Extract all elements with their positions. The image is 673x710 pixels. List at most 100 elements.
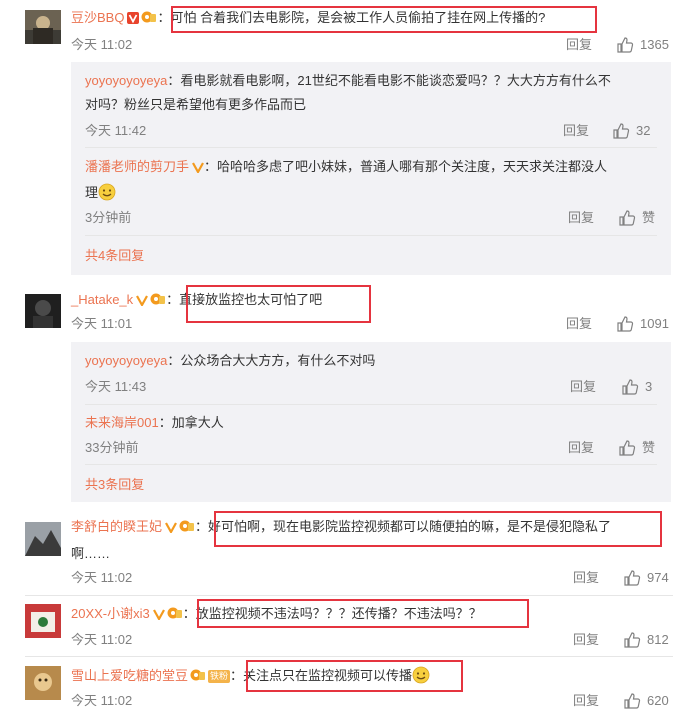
separator: ： xyxy=(157,10,171,25)
thumbs-up-icon xyxy=(624,632,641,648)
reply-button[interactable]: 回复 xyxy=(573,632,599,648)
comment-item: _Hatake_k ：直接放监控也太可怕了吧 今天 11:01 回复 1091 y… xyxy=(0,282,673,504)
username-link[interactable]: _Hatake_k xyxy=(71,292,133,307)
fan-badge-icon xyxy=(190,669,206,681)
divider xyxy=(85,464,657,465)
separator: ： xyxy=(195,519,209,534)
reply-button[interactable]: 回复 xyxy=(568,440,594,456)
thumbs-up-icon xyxy=(619,440,636,456)
like-count: 620 xyxy=(647,693,669,708)
username-link[interactable]: 雪山上爱吃糖的堂豆 xyxy=(71,668,188,683)
like-count: 3 xyxy=(645,379,653,394)
reply-text-line: 哈哈哈多虑了吧小妹妹，普通人哪有那个关注度，天天求关注都没人 xyxy=(217,159,608,174)
fan-badge-icon xyxy=(167,607,182,619)
reply-button[interactable]: 回复 xyxy=(570,379,596,395)
divider xyxy=(85,235,657,236)
reply-username-link[interactable]: 未来海岸001 xyxy=(85,415,159,430)
separator: ： xyxy=(182,606,196,621)
reply-button[interactable]: 回复 xyxy=(568,210,594,226)
separator: ： xyxy=(204,159,218,174)
reply-text: 公众场合大大方方，有什么不对吗 xyxy=(180,353,376,368)
reply-button[interactable]: 回复 xyxy=(563,123,589,139)
like-label: 赞 xyxy=(642,440,656,455)
comment-time: 今天 11:02 xyxy=(71,632,133,647)
like-button[interactable]: 812 xyxy=(623,631,669,649)
smile-emoji-icon xyxy=(98,183,116,201)
highlight-box xyxy=(171,6,597,33)
reply-button[interactable]: 回复 xyxy=(573,693,599,709)
thumbs-up-icon xyxy=(617,37,634,53)
reply-box: yoyoyoyoyeya：公众场合大大方方，有什么不对吗 今天 11:43 回复… xyxy=(71,342,671,502)
verified-v-icon xyxy=(127,12,140,24)
like-count: 32 xyxy=(636,123,651,138)
fan-badge-icon xyxy=(141,11,157,23)
view-all-replies-link[interactable]: 共4条回复 xyxy=(85,248,144,264)
like-button[interactable]: 974 xyxy=(623,569,669,587)
like-count: 974 xyxy=(647,570,669,585)
reply-text-line: 对吗？粉丝只是希望他有更多作品而已 xyxy=(85,97,307,112)
like-button[interactable]: 赞 xyxy=(618,439,655,457)
username-link[interactable]: 豆沙BBQ xyxy=(71,10,124,25)
verified-v-icon xyxy=(152,609,165,620)
reply-username-link[interactable]: 潘潘老师的剪刀手 xyxy=(85,159,189,174)
thumbs-up-icon xyxy=(617,316,634,332)
avatar[interactable] xyxy=(25,10,61,44)
fan-badge-icon xyxy=(150,293,166,305)
reply-box: yoyoyoyoyeya：看电影就看电影啊，21世纪不能看电影不能谈恋爱吗？？大… xyxy=(71,62,671,275)
comment-item: 雪山上爱吃糖的堂豆 铁粉 ：关注点只在监控视频可以传播 今天 11:02 回复 62… xyxy=(0,657,673,710)
reply-text: 加拿大人 xyxy=(171,415,224,430)
comment-item: 20XX-小谢xi3 ：放监控视频不违法吗？？？还传播？不违法吗？？ 今天 11:… xyxy=(0,596,673,656)
comment-time: 今天 11:02 xyxy=(71,37,133,52)
like-button[interactable]: 32 xyxy=(612,122,650,140)
like-button[interactable]: 1365 xyxy=(616,36,669,54)
avatar[interactable] xyxy=(25,604,61,638)
comment-time: 今天 11:02 xyxy=(71,570,133,585)
view-all-replies-link[interactable]: 共3条回复 xyxy=(85,477,144,493)
highlight-box xyxy=(246,660,463,692)
thumbs-up-icon xyxy=(619,210,636,226)
reply-time: 3分钟前 xyxy=(85,210,132,225)
fan-level-badge: 铁粉 xyxy=(208,670,231,683)
separator: ： xyxy=(167,353,181,368)
highlight-box xyxy=(197,599,529,628)
reply-time: 33分钟前 xyxy=(85,440,139,455)
reply-text-line: 理 xyxy=(85,183,116,202)
reply-username-link[interactable]: yoyoyoyoyeya xyxy=(85,353,167,368)
reply-item: yoyoyoyoyeya：公众场合大大方方，有什么不对吗 xyxy=(85,352,375,370)
avatar[interactable] xyxy=(25,522,61,556)
thumbs-up-icon xyxy=(624,570,641,586)
reply-item: 未来海岸001：加拿大人 xyxy=(85,414,224,432)
like-button[interactable]: 1091 xyxy=(616,315,669,333)
username-link[interactable]: 20XX-小谢xi3 xyxy=(71,606,150,621)
reply-item: 潘潘老师的剪刀手 ：哈哈哈多虑了吧小妹妹，普通人哪有那个关注度，天天求关注都没人 xyxy=(85,158,607,176)
comment-time: 今天 11:02 xyxy=(71,693,133,708)
like-count: 812 xyxy=(647,632,669,647)
thumbs-up-icon xyxy=(622,379,639,395)
thumbs-up-icon xyxy=(624,693,641,709)
like-button[interactable]: 3 xyxy=(621,378,652,396)
divider xyxy=(85,404,657,405)
verified-v-icon xyxy=(136,295,149,306)
reply-button[interactable]: 回复 xyxy=(566,316,592,332)
like-count: 1365 xyxy=(640,37,669,52)
comment-time: 今天 11:01 xyxy=(71,316,133,331)
divider xyxy=(85,147,657,148)
verified-v-icon xyxy=(165,522,177,533)
like-button[interactable]: 赞 xyxy=(618,209,655,227)
comment-item: 李舒白的睽王妃 ：好可怕啊，现在电影院监控视频都可以随便拍的嘛，是不是侵犯隐私了 … xyxy=(0,508,673,594)
avatar[interactable] xyxy=(25,666,61,700)
reply-time: 今天 11:42 xyxy=(85,123,147,138)
fan-badge-icon xyxy=(179,520,195,532)
reply-button[interactable]: 回复 xyxy=(573,570,599,586)
verified-v-icon xyxy=(192,162,204,173)
reply-button[interactable]: 回复 xyxy=(566,37,592,53)
separator: ： xyxy=(230,668,244,683)
thumbs-up-icon xyxy=(613,123,630,139)
reply-item: yoyoyoyoyeya：看电影就看电影啊，21世纪不能看电影不能谈恋爱吗？？大… xyxy=(85,72,611,90)
comment-text-line: 啊…… xyxy=(71,546,111,561)
like-button[interactable]: 620 xyxy=(623,692,669,710)
avatar[interactable] xyxy=(25,294,61,328)
separator: ： xyxy=(158,415,172,430)
username-link[interactable]: 李舒白的睽王妃 xyxy=(71,519,162,534)
reply-username-link[interactable]: yoyoyoyoyeya xyxy=(85,73,167,88)
